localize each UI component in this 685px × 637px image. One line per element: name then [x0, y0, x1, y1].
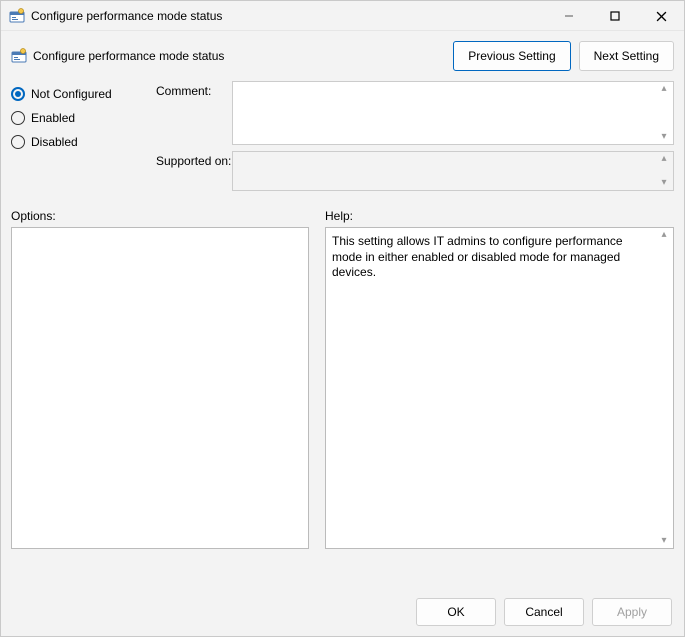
radio-icon — [11, 135, 25, 149]
radio-not-configured[interactable]: Not Configured — [11, 87, 156, 101]
policy-title: Configure performance mode status — [33, 49, 445, 63]
help-text: This setting allows IT admins to configu… — [326, 228, 673, 287]
radio-icon — [11, 111, 25, 125]
scroll-up-icon: ▴ — [657, 84, 671, 94]
scroll-up-icon: ▴ — [657, 154, 671, 164]
scroll-down-icon: ▾ — [657, 178, 671, 188]
supported-on-label: Supported on: — [156, 151, 232, 168]
apply-button[interactable]: Apply — [592, 598, 672, 626]
help-label: Help: — [325, 209, 353, 223]
radio-disabled[interactable]: Disabled — [11, 135, 156, 149]
fields-column: Comment: ▴ ▾ Supported on: ▴ ▾ — [156, 77, 674, 197]
next-setting-button[interactable]: Next Setting — [579, 41, 674, 71]
cancel-button[interactable]: Cancel — [504, 598, 584, 626]
state-radio-group: Not Configured Enabled Disabled — [11, 77, 156, 197]
radio-label: Enabled — [31, 111, 75, 125]
scrollbar-stub: ▴ ▾ — [657, 230, 671, 546]
supported-on-textarea: ▴ ▾ — [232, 151, 674, 191]
gpo-setting-dialog: Configure performance mode status Conf — [0, 0, 685, 637]
radio-enabled[interactable]: Enabled — [11, 111, 156, 125]
window-controls — [546, 1, 684, 30]
section-labels: Options: Help: — [1, 197, 684, 227]
close-button[interactable] — [638, 1, 684, 31]
dialog-footer: OK Cancel Apply — [416, 598, 672, 626]
scrollbar-stub: ▴ ▾ — [657, 84, 671, 142]
maximize-button[interactable] — [592, 1, 638, 31]
minimize-button[interactable] — [546, 1, 592, 31]
help-panel: This setting allows IT admins to configu… — [325, 227, 674, 549]
scroll-down-icon: ▾ — [657, 132, 671, 142]
previous-setting-button[interactable]: Previous Setting — [453, 41, 570, 71]
titlebar: Configure performance mode status — [1, 1, 684, 31]
scroll-up-icon: ▴ — [657, 230, 671, 240]
app-icon — [11, 48, 27, 64]
radio-icon — [11, 87, 25, 101]
scrollbar-stub: ▴ ▾ — [657, 154, 671, 188]
panels-row: This setting allows IT admins to configu… — [1, 227, 684, 549]
subheader: Configure performance mode status Previo… — [1, 31, 684, 77]
ok-button[interactable]: OK — [416, 598, 496, 626]
comment-label: Comment: — [156, 81, 232, 98]
options-label: Options: — [11, 209, 309, 223]
radio-label: Not Configured — [31, 87, 112, 101]
config-area: Not Configured Enabled Disabled Comment:… — [1, 77, 684, 197]
comment-textarea[interactable]: ▴ ▾ — [232, 81, 674, 145]
options-panel — [11, 227, 309, 549]
window-title: Configure performance mode status — [31, 9, 546, 23]
radio-label: Disabled — [31, 135, 78, 149]
scroll-down-icon: ▾ — [657, 536, 671, 546]
app-icon — [9, 8, 25, 24]
